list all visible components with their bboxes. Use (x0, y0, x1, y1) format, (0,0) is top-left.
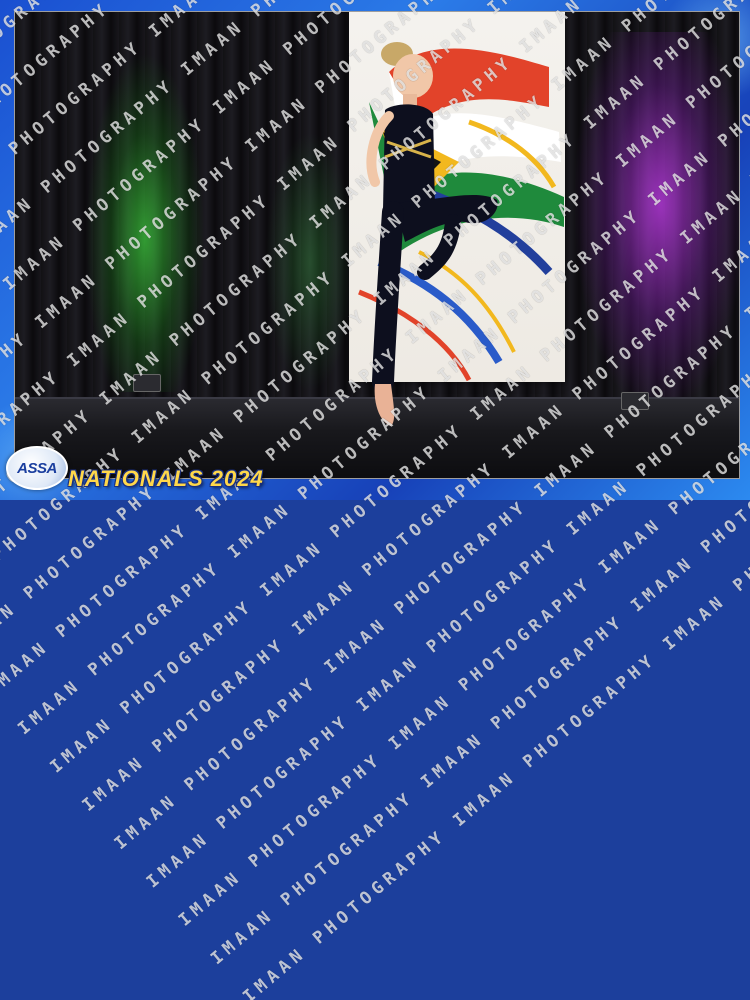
event-photo (14, 11, 740, 479)
green-stage-light-secondary (265, 132, 355, 392)
event-title: NATIONALS 2024 (68, 466, 264, 491)
purple-stage-light (575, 32, 739, 412)
assa-logo-icon: ASSA (6, 446, 68, 490)
logo-text: ASSA (17, 459, 57, 477)
green-stage-light (85, 52, 205, 392)
dancer-icon (345, 32, 505, 436)
floor-light-right (621, 392, 649, 410)
floor-light-left (133, 374, 161, 392)
